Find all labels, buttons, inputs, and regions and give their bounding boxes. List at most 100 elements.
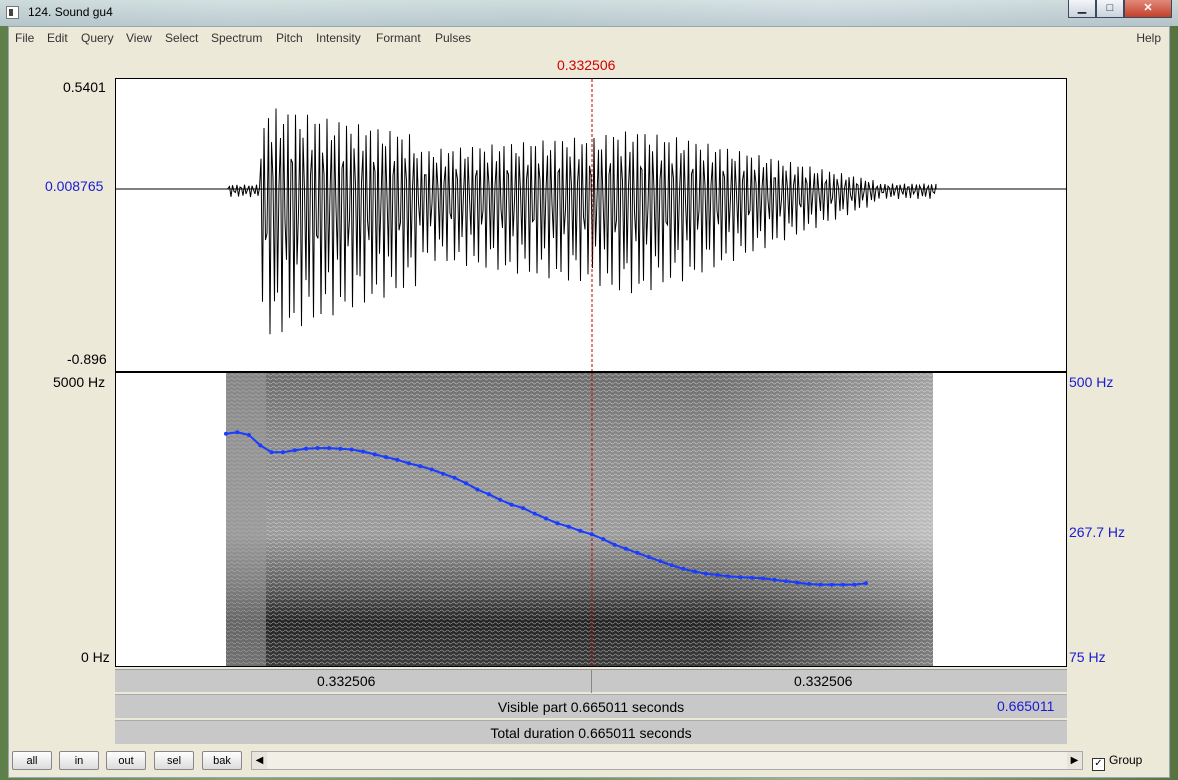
time-divider: [591, 670, 592, 693]
app-icon: [6, 6, 19, 19]
left-segment-time: 0.332506: [317, 673, 376, 689]
pitch-point: [509, 502, 514, 507]
menu-intensity[interactable]: Intensity: [316, 31, 361, 45]
pitch-point: [281, 450, 286, 455]
pitch-point: [555, 521, 560, 526]
horizontal-scrollbar[interactable]: ◀ ▶: [251, 751, 1083, 770]
menu-view[interactable]: View: [126, 31, 152, 45]
pitch-point: [338, 446, 343, 451]
window-title: 124. Sound gu4: [28, 5, 113, 19]
pitch-point: [829, 582, 834, 587]
pitch-point: [258, 443, 263, 448]
pitch-point: [269, 450, 274, 455]
spectrum-min-label: 0 Hz: [81, 649, 110, 665]
pitch-point: [704, 571, 708, 576]
pitch-point: [361, 449, 366, 454]
scroll-right-arrow-icon[interactable]: ▶: [1067, 752, 1082, 769]
total-duration-bar[interactable]: Total duration 0.665011 seconds: [115, 720, 1067, 744]
menu-file[interactable]: File: [15, 31, 34, 45]
pitch-point: [669, 563, 674, 568]
pitch-mid-label: 267.7 Hz: [1069, 524, 1126, 540]
pitch-point: [429, 467, 434, 472]
pitch-point: [852, 582, 857, 587]
pitch-point: [406, 461, 411, 466]
maximize-button[interactable]: □: [1096, 0, 1124, 18]
waveform-mid-label: 0.008765: [45, 178, 104, 194]
zoom-selection-button[interactable]: sel: [154, 751, 194, 770]
menu-bar: File Edit Query View Select Spectrum Pit…: [9, 27, 1169, 49]
cursor-time-label: 0.332506: [557, 57, 616, 73]
right-segment-time: 0.332506: [794, 673, 853, 689]
menu-edit[interactable]: Edit: [47, 31, 68, 45]
spectrogram-plot: [224, 373, 933, 666]
menu-pulses[interactable]: Pulses: [435, 31, 471, 45]
waveform-trace: [116, 108, 1066, 335]
waveform-panel[interactable]: [115, 78, 1067, 372]
visible-end-label: 0.665011: [997, 698, 1055, 714]
zoom-back-button[interactable]: bak: [202, 751, 242, 770]
menu-formant[interactable]: Formant: [376, 31, 421, 45]
pitch-point: [452, 475, 457, 480]
close-button[interactable]: ✕: [1124, 0, 1172, 18]
zoom-all-button[interactable]: all: [12, 751, 52, 770]
total-duration-text: Total duration 0.665011 seconds: [490, 725, 692, 741]
pitch-point: [646, 555, 651, 560]
pitch-point: [464, 481, 468, 486]
pitch-point: [304, 446, 308, 451]
pitch-point: [349, 447, 354, 452]
pitch-point: [326, 446, 331, 451]
pitch-point: [395, 457, 400, 462]
bottom-toolbar: all in out sel bak ◀ ▶ ✓ Group: [9, 749, 1169, 777]
pitch-point: [749, 575, 754, 580]
pitch-bottom-label: 75 Hz: [1069, 649, 1106, 665]
pitch-point: [246, 433, 251, 437]
pitch-point: [521, 506, 526, 511]
pitch-point: [726, 574, 731, 579]
pitch-point: [292, 448, 297, 453]
pitch-point: [589, 532, 594, 537]
pitch-point: [544, 516, 548, 521]
pitch-point: [795, 580, 800, 585]
menu-help[interactable]: Help: [1136, 31, 1161, 45]
menu-pitch[interactable]: Pitch: [276, 31, 303, 45]
menu-select[interactable]: Select: [165, 31, 198, 45]
zoom-in-button[interactable]: in: [59, 751, 99, 770]
pitch-point: [612, 542, 617, 547]
scroll-left-arrow-icon[interactable]: ◀: [252, 752, 267, 769]
group-checkbox[interactable]: ✓ Group: [1092, 753, 1142, 771]
visible-part-bar[interactable]: Visible part 0.665011 seconds: [115, 694, 1067, 718]
pitch-point: [315, 446, 320, 451]
pitch-point: [486, 492, 491, 497]
pitch-point: [566, 524, 571, 529]
spectrogram-onset: [226, 373, 266, 666]
pitch-point: [681, 566, 686, 571]
selection-time-bar[interactable]: 0.332506 0.332506: [115, 669, 1067, 693]
pitch-point: [578, 528, 583, 533]
pitch-point: [418, 464, 423, 469]
spectrogram-fade: [716, 373, 933, 666]
pitch-point: [841, 582, 846, 587]
pitch-point: [498, 497, 503, 502]
spectrogram-panel[interactable]: [115, 372, 1067, 667]
visible-part-text: Visible part 0.665011 seconds: [497, 699, 685, 715]
pitch-point: [806, 582, 811, 586]
waveform-min-label: -0.896: [67, 351, 107, 367]
pitch-point: [475, 487, 480, 492]
pitch-point: [715, 573, 720, 577]
menu-query[interactable]: Query: [81, 31, 114, 45]
pitch-point: [624, 546, 628, 551]
waveform-plot: [116, 79, 1066, 371]
pitch-top-label: 500 Hz: [1069, 374, 1114, 390]
sound-editor-window: File Edit Query View Select Spectrum Pit…: [8, 26, 1170, 778]
pitch-point: [601, 537, 606, 542]
pitch-point: [372, 452, 377, 457]
minimize-button[interactable]: ▁: [1068, 0, 1096, 18]
pitch-point: [772, 577, 777, 582]
checkbox-icon[interactable]: ✓: [1092, 758, 1105, 771]
group-label: Group: [1109, 753, 1143, 767]
zoom-out-button[interactable]: out: [106, 751, 146, 770]
title-bar: 124. Sound gu4 ▁ □ ✕: [0, 0, 1178, 26]
pitch-point: [441, 471, 446, 476]
menu-spectrum[interactable]: Spectrum: [211, 31, 262, 45]
pitch-point: [384, 455, 388, 460]
